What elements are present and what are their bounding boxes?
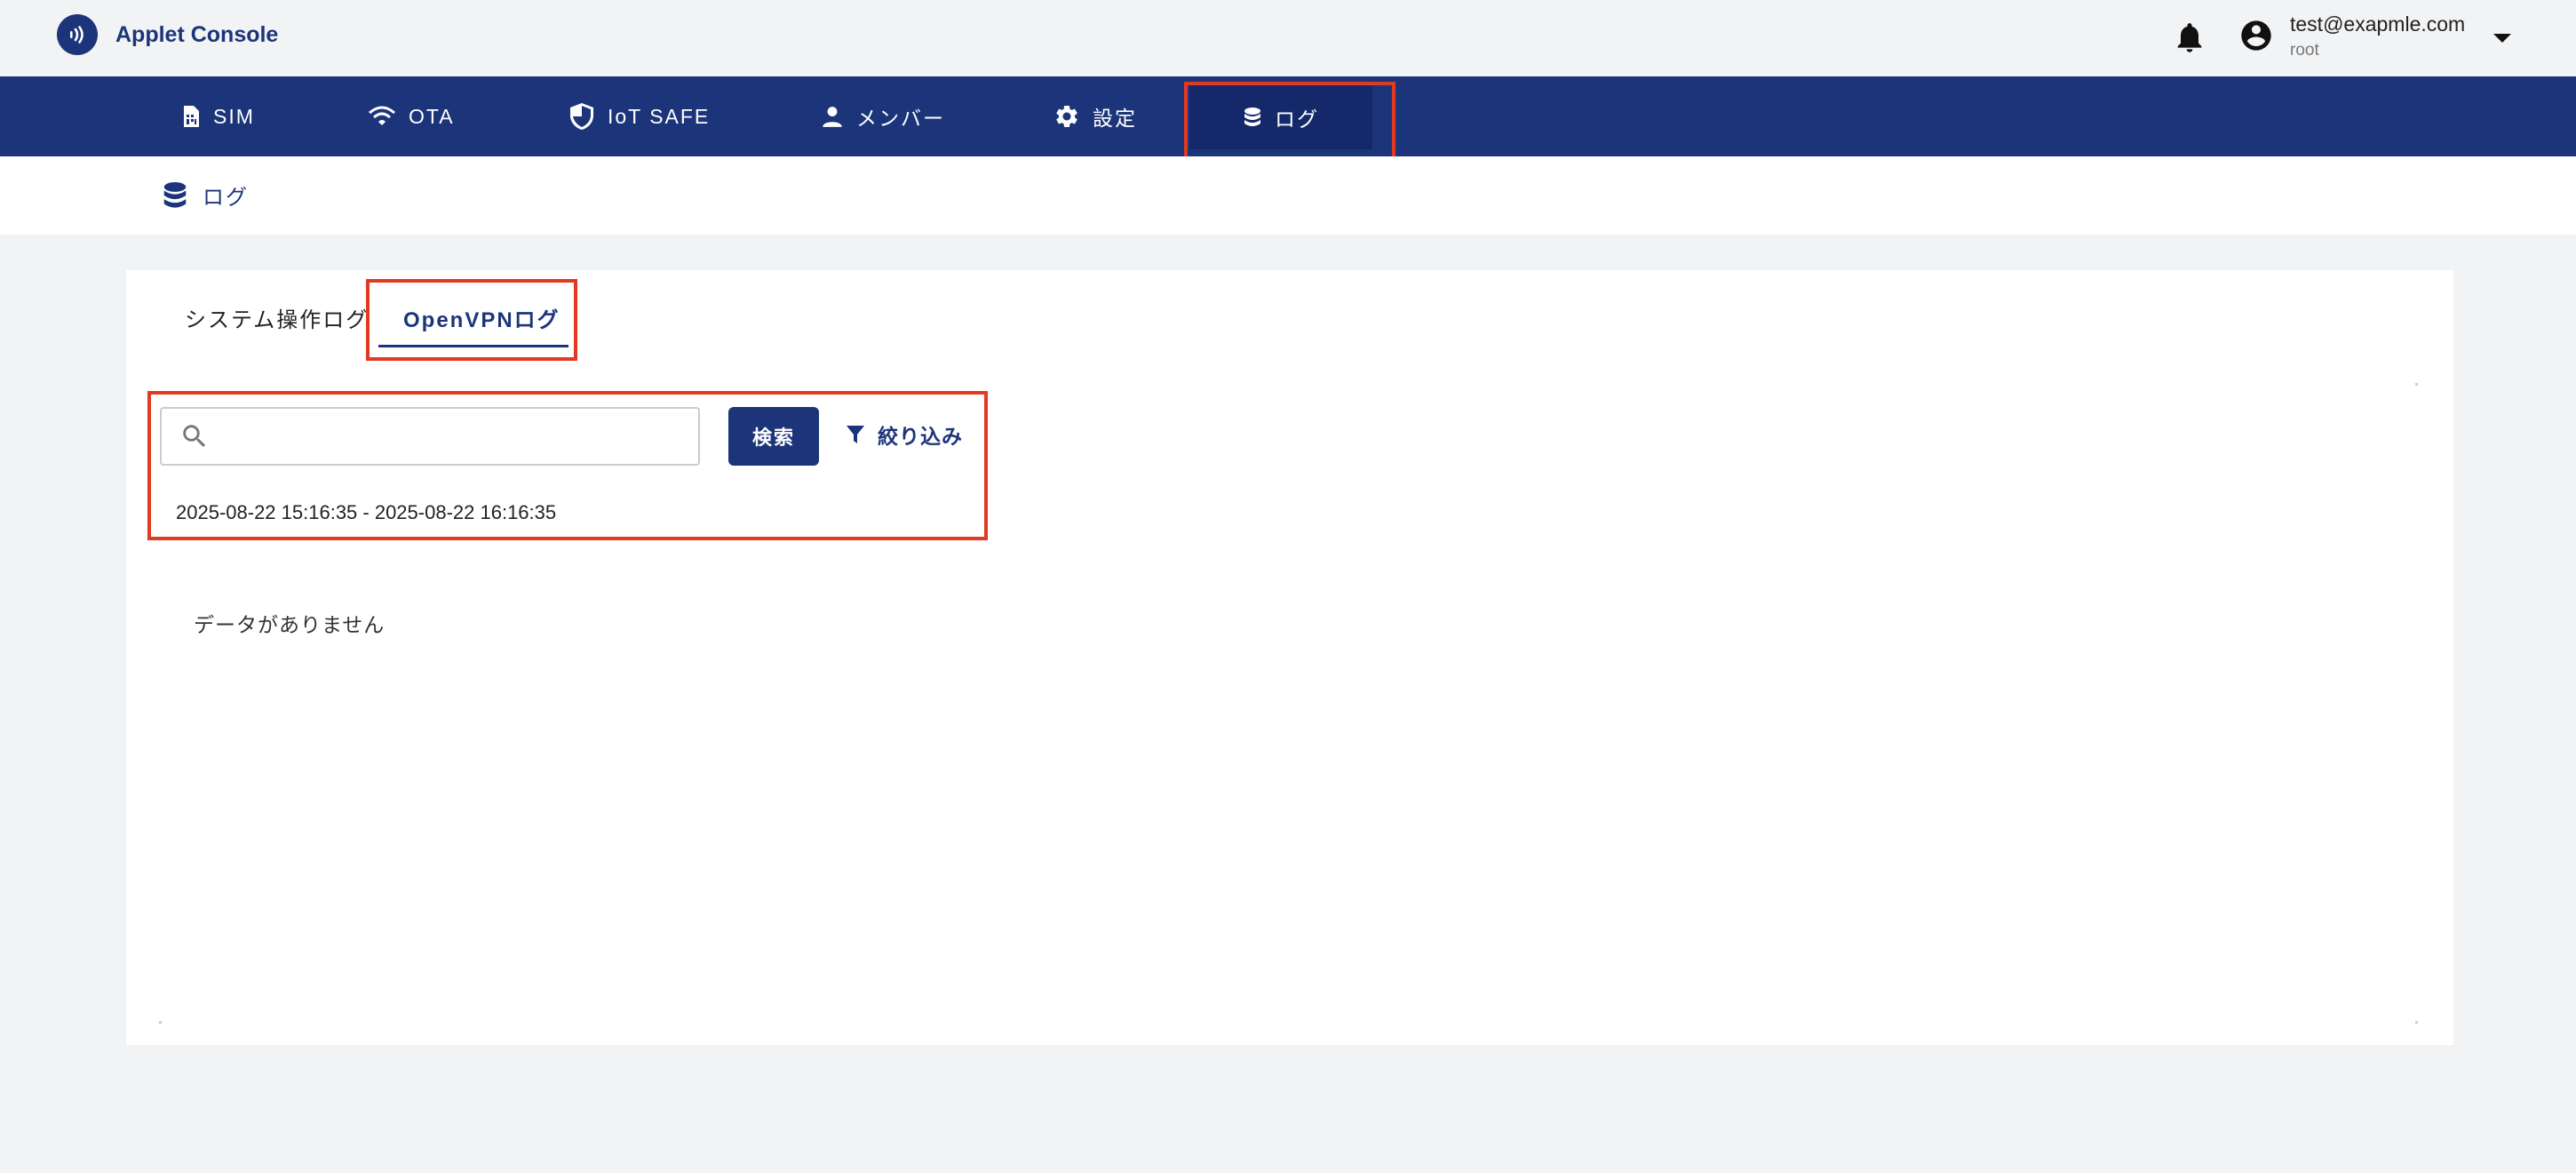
nav-label-sim: SIM xyxy=(213,104,255,128)
search-input[interactable] xyxy=(222,425,698,448)
filter-button[interactable]: 絞り込み xyxy=(846,419,963,450)
empty-state-message: データがありません xyxy=(194,613,386,636)
sim-card-icon xyxy=(184,106,199,127)
active-tab-indicator xyxy=(378,345,568,347)
nav-item-ota[interactable]: OTA xyxy=(368,76,455,156)
search-button[interactable]: 検索 xyxy=(728,407,819,466)
chevron-down-icon[interactable] xyxy=(2492,32,2513,44)
tab-openvpn-log[interactable]: OpenVPNログ xyxy=(403,302,561,333)
search-icon xyxy=(183,425,206,448)
wifi-icon xyxy=(369,106,395,125)
breadcrumb-bar: ログ xyxy=(0,156,2576,235)
nav-item-iot-safe[interactable]: IoT SAFE xyxy=(568,76,710,156)
brand[interactable]: Applet Console xyxy=(57,14,278,55)
search-field[interactable] xyxy=(160,407,700,466)
person-icon xyxy=(823,107,842,127)
shield-icon xyxy=(570,103,593,130)
table-corner-mark xyxy=(2415,1021,2418,1024)
nav-label-settings: 設定 xyxy=(1093,107,1137,130)
applet-logo-icon xyxy=(57,14,98,55)
filter-label: 絞り込み xyxy=(878,425,963,448)
page-title: ログ xyxy=(203,186,249,210)
nav-label-ota: OTA xyxy=(409,104,455,128)
database-icon xyxy=(163,181,187,208)
filter-funnel-icon xyxy=(847,426,864,443)
nav-item-settings[interactable]: 設定 xyxy=(1053,76,1137,156)
table-corner-mark xyxy=(2415,383,2418,386)
log-panel: システム操作ログ OpenVPNログ 検索 絞り込み 2025-08-22 15… xyxy=(126,270,2453,1045)
app-title: Applet Console xyxy=(115,21,279,47)
nav-label-members: メンバー xyxy=(856,107,945,130)
table-corner-mark xyxy=(159,1021,162,1024)
nav-item-members[interactable]: メンバー xyxy=(821,76,945,156)
tab-system-operation-log[interactable]: システム操作ログ xyxy=(185,302,369,333)
gear-icon xyxy=(1056,105,1077,127)
user-role: root xyxy=(2290,41,2319,60)
user-email: test@exapmle.com xyxy=(2290,12,2466,36)
nav-item-logs[interactable]: ログ xyxy=(1189,85,1372,149)
main-navigation: SIM OTA IoT SAFE メンバー 設定 ログ xyxy=(0,76,2576,156)
top-header: Applet Console test@exapmle.com root xyxy=(0,0,2576,76)
database-icon xyxy=(1244,108,1260,126)
account-circle-icon[interactable] xyxy=(2238,18,2274,53)
nav-item-sim[interactable]: SIM xyxy=(181,76,255,156)
breadcrumb: ログ xyxy=(162,180,249,211)
date-range-text[interactable]: 2025-08-22 15:16:35 - 2025-08-22 16:16:3… xyxy=(176,501,556,524)
nav-label-logs: ログ xyxy=(1275,108,1319,131)
nav-label-iot-safe: IoT SAFE xyxy=(608,104,711,128)
notification-bell-icon[interactable] xyxy=(2172,20,2207,55)
